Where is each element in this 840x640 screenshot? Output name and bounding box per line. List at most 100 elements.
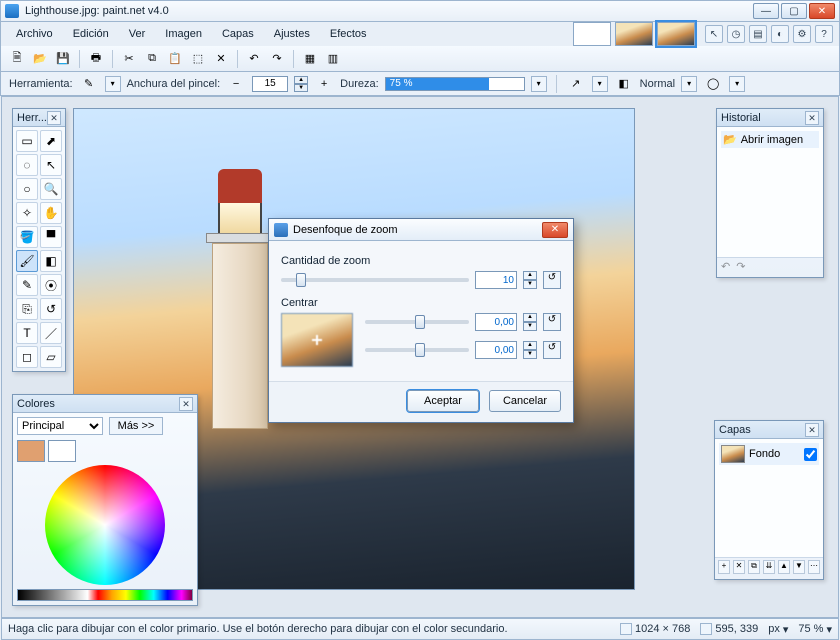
blend-dropdown[interactable]: ▾: [681, 76, 697, 92]
center-x-slider[interactable]: [365, 320, 469, 324]
brush-decrease-icon[interactable]: −: [226, 74, 246, 94]
menu-ajustes[interactable]: Ajustes: [265, 25, 319, 43]
layers-panel-close-icon[interactable]: ✕: [805, 423, 819, 437]
tool-lasso[interactable]: ◌: [16, 154, 38, 176]
image-thumb-1[interactable]: [573, 22, 611, 46]
paste-icon[interactable]: 📋: [165, 49, 185, 69]
tool-paintbrush[interactable]: 🖌: [16, 250, 38, 272]
center-x-reset-icon[interactable]: ↺: [543, 313, 561, 331]
crop-icon[interactable]: ⬚: [188, 49, 208, 69]
dialog-close-icon[interactable]: ✕: [542, 222, 568, 238]
layer-merge-icon[interactable]: ⇊: [763, 560, 775, 574]
help-icon[interactable]: ?: [815, 25, 833, 43]
tool-recolor[interactable]: ↺: [40, 298, 62, 320]
ruler-icon[interactable]: ▥: [323, 49, 343, 69]
save-icon[interactable]: 💾: [53, 49, 73, 69]
tool-text[interactable]: T: [16, 322, 38, 344]
colors-panel-close-icon[interactable]: ✕: [179, 397, 193, 411]
image-thumb-2[interactable]: [615, 22, 653, 46]
zoom-amount-input[interactable]: [475, 271, 517, 289]
zoom-amount-slider[interactable]: [281, 278, 469, 282]
center-x-stepper[interactable]: ▲▼: [523, 313, 537, 331]
redo-icon[interactable]: ↷: [267, 49, 287, 69]
layer-visible-checkbox[interactable]: [804, 448, 817, 461]
tool-ellipse-select[interactable]: ○: [16, 178, 38, 200]
hardness-dropdown[interactable]: ▾: [531, 76, 547, 92]
menu-archivo[interactable]: Archivo: [7, 25, 62, 43]
tool-pencil[interactable]: ✎: [16, 274, 38, 296]
tools-panel-close-icon[interactable]: ✕: [47, 111, 61, 125]
tool-gradient[interactable]: ▀: [40, 226, 62, 248]
menu-ver[interactable]: Ver: [120, 25, 155, 43]
secondary-color-swatch[interactable]: [48, 440, 76, 462]
blend-icon[interactable]: ◧: [614, 74, 634, 94]
open-icon[interactable]: 📂: [30, 49, 50, 69]
maximize-button[interactable]: ▢: [781, 3, 807, 19]
menu-capas[interactable]: Capas: [213, 25, 263, 43]
image-thumb-3[interactable]: [657, 22, 695, 46]
history-window-icon[interactable]: ◷: [727, 25, 745, 43]
tool-eraser[interactable]: ◧: [40, 250, 62, 272]
tool-zoom[interactable]: 🔍: [40, 178, 62, 200]
color-palette-strip[interactable]: [17, 589, 193, 601]
tool-dropdown[interactable]: ▾: [105, 76, 121, 92]
tool-rounded-rect[interactable]: ▱: [40, 346, 62, 368]
dialog-ok-button[interactable]: Aceptar: [407, 390, 479, 412]
cut-icon[interactable]: ✂: [119, 49, 139, 69]
undo-icon[interactable]: ↶: [244, 49, 264, 69]
menu-efectos[interactable]: Efectos: [321, 25, 376, 43]
settings-icon[interactable]: ⚙: [793, 25, 811, 43]
unit-dropdown-icon[interactable]: ▾: [783, 623, 789, 636]
tool-color-picker[interactable]: ⦿: [40, 274, 62, 296]
center-x-input[interactable]: [475, 313, 517, 331]
center-y-input[interactable]: [475, 341, 517, 359]
layer-up-icon[interactable]: ▲: [778, 560, 790, 574]
history-panel-close-icon[interactable]: ✕: [805, 111, 819, 125]
menu-imagen[interactable]: Imagen: [156, 25, 211, 43]
layers-window-icon[interactable]: ▤: [749, 25, 767, 43]
center-y-stepper[interactable]: ▲▼: [523, 341, 537, 359]
alpha-icon[interactable]: ◯: [703, 74, 723, 94]
tool-rect-select[interactable]: ▭: [16, 130, 38, 152]
layer-dup-icon[interactable]: ⧉: [748, 560, 760, 574]
brush-increase-icon[interactable]: +: [314, 74, 334, 94]
tools-window-icon[interactable]: ↖: [705, 25, 723, 43]
brush-width-stepper[interactable]: ▲▼: [294, 76, 308, 92]
zoom-amount-reset-icon[interactable]: ↺: [543, 271, 561, 289]
tool-paint-bucket[interactable]: 🪣: [16, 226, 38, 248]
new-icon[interactable]: 🗎: [7, 49, 27, 69]
color-mode-select[interactable]: Principal: [17, 417, 103, 435]
tool-shapes[interactable]: ◻: [16, 346, 38, 368]
minimize-button[interactable]: —: [753, 3, 779, 19]
tool-move-selection[interactable]: ⬈: [40, 130, 62, 152]
copy-icon[interactable]: ⧉: [142, 49, 162, 69]
tool-line[interactable]: ／: [40, 322, 62, 344]
center-y-reset-icon[interactable]: ↺: [543, 341, 561, 359]
layer-down-icon[interactable]: ▼: [793, 560, 805, 574]
current-tool-icon[interactable]: ✎: [79, 74, 99, 94]
close-button[interactable]: ✕: [809, 3, 835, 19]
layer-add-icon[interactable]: +: [718, 560, 730, 574]
history-undo-icon[interactable]: ↶: [721, 260, 730, 273]
antialias-icon[interactable]: ↗: [566, 74, 586, 94]
zoom-dropdown-icon[interactable]: ▾: [826, 623, 832, 636]
antialias-dropdown[interactable]: ▾: [592, 76, 608, 92]
tool-clone[interactable]: ⎘: [16, 298, 38, 320]
layer-row[interactable]: Fondo: [719, 443, 819, 465]
colors-more-button[interactable]: Más >>: [109, 417, 163, 435]
history-redo-icon[interactable]: ↷: [736, 260, 745, 273]
tool-magic-wand[interactable]: ✧: [16, 202, 38, 224]
primary-color-swatch[interactable]: [17, 440, 45, 462]
grid-icon[interactable]: ▦: [300, 49, 320, 69]
brush-width-input[interactable]: [252, 76, 288, 92]
zoom-amount-stepper[interactable]: ▲▼: [523, 271, 537, 289]
history-item[interactable]: 📂 Abrir imagen: [721, 131, 819, 148]
menu-edicion[interactable]: Edición: [64, 25, 118, 43]
alpha-dropdown[interactable]: ▾: [729, 76, 745, 92]
deselect-icon[interactable]: ✕: [211, 49, 231, 69]
color-wheel[interactable]: [45, 465, 165, 585]
print-icon[interactable]: 🖶: [86, 49, 106, 69]
tool-move[interactable]: ↖: [40, 154, 62, 176]
hardness-slider[interactable]: 75 %: [385, 77, 525, 91]
center-y-slider[interactable]: [365, 348, 469, 352]
